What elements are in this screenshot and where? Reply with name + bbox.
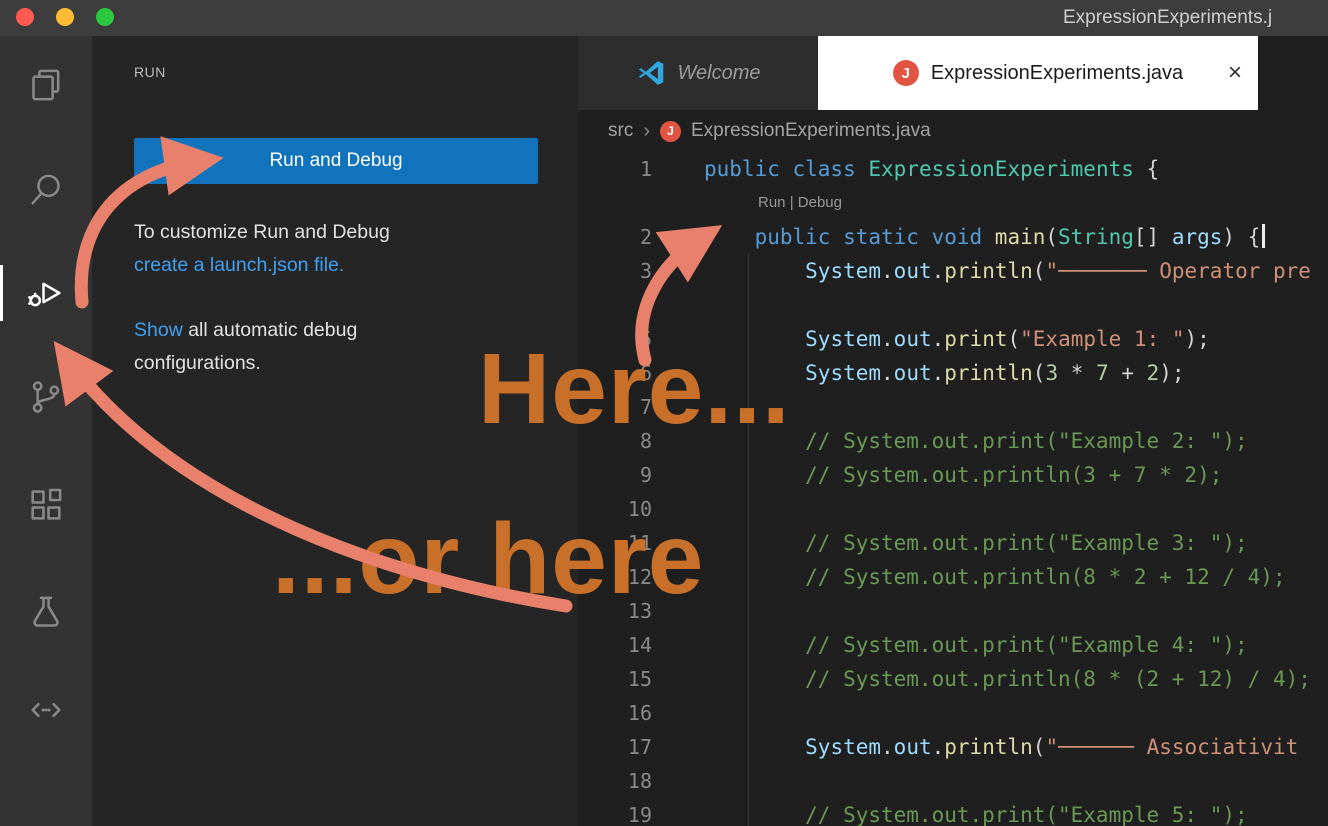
line-number[interactable]: 19 [578, 798, 652, 826]
activity-extensions[interactable] [0, 473, 92, 537]
code-line-content: // System.out.print("Example 5: "); [652, 798, 1248, 826]
maximize-window-button[interactable] [96, 8, 114, 26]
window-title: ExpressionExperiments.j [1063, 7, 1272, 29]
activity-remote-explorer[interactable] [0, 678, 92, 742]
line-number[interactable]: 2 [578, 220, 652, 254]
files-icon [26, 65, 66, 105]
codelens: Run | Debug [578, 186, 1328, 220]
angle-brackets-dots-icon [26, 690, 66, 730]
annotation-here: Here... [478, 332, 791, 447]
vscode-logo-icon [636, 58, 666, 88]
line-number[interactable]: 17 [578, 730, 652, 764]
customize-text: To customize Run and Debug [134, 216, 484, 249]
codelens-debug-link[interactable]: Debug [798, 194, 842, 211]
customize-paragraph: To customize Run and Debug create a laun… [134, 216, 484, 282]
sidebar-title: RUN [134, 64, 166, 80]
run-and-debug-button[interactable]: Run and Debug [134, 138, 538, 184]
code-line-content: // System.out.println(8 * (2 + 12) / 4); [652, 662, 1311, 696]
code-line[interactable]: 1public class ExpressionExperiments { [578, 152, 1328, 186]
line-number[interactable]: 18 [578, 764, 652, 798]
vscode-window: ExpressionExperiments.j [0, 0, 1328, 826]
launch-json-link[interactable]: create a launch.json file. [134, 254, 344, 276]
code-line[interactable]: 4 [578, 288, 1328, 322]
beaker-icon [26, 592, 66, 632]
source-control-icon [26, 377, 66, 417]
java-file-icon: J [893, 60, 919, 86]
code-line-content [652, 764, 704, 798]
breadcrumb: src › J ExpressionExperiments.java [578, 110, 1328, 152]
code-line[interactable]: 9 // System.out.println(3 + 7 * 2); [578, 458, 1328, 492]
code-line-content: // System.out.print("Example 3: "); [652, 526, 1248, 560]
code-line[interactable]: 19 // System.out.print("Example 5: "); [578, 798, 1328, 826]
breadcrumb-folder[interactable]: src [608, 120, 633, 142]
activity-run-and-debug[interactable] [0, 261, 92, 325]
code-line[interactable]: 3 System.out.println("─────── Operator p… [578, 254, 1328, 288]
tab-bar: Welcome J ExpressionExperiments.java × [578, 36, 1328, 110]
show-link[interactable]: Show [134, 319, 183, 341]
minimize-window-button[interactable] [56, 8, 74, 26]
annotation-or-here: ...or here [272, 502, 704, 617]
tab-label: ExpressionExperiments.java [931, 62, 1183, 85]
close-window-button[interactable] [16, 8, 34, 26]
line-number[interactable]: 1 [578, 152, 652, 186]
code-line-content: public static void main(String[] args) { [652, 220, 1265, 254]
codelens-run-link[interactable]: Run [758, 194, 786, 211]
code-line[interactable]: 18 [578, 764, 1328, 798]
code-lines: 1public class ExpressionExperiments {Run… [578, 152, 1328, 826]
code-line-content: // System.out.println(3 + 7 * 2); [652, 458, 1222, 492]
code-line-content: // System.out.print("Example 4: "); [652, 628, 1248, 662]
run-and-debug-icon [26, 273, 66, 313]
java-file-icon: J [660, 121, 681, 142]
tab-welcome[interactable]: Welcome [578, 36, 818, 110]
activity-search[interactable] [0, 158, 92, 222]
line-number[interactable]: 3 [578, 254, 652, 288]
code-line[interactable]: 2 public static void main(String[] args)… [578, 220, 1328, 254]
code-line-content [652, 696, 704, 730]
code-line[interactable]: 14 // System.out.print("Example 4: "); [578, 628, 1328, 662]
code-line-content [652, 288, 704, 322]
line-number[interactable]: 9 [578, 458, 652, 492]
code-line[interactable]: 17 System.out.println("────── Associativ… [578, 730, 1328, 764]
show-configurations-paragraph: Show all automatic debug configurations. [134, 314, 484, 380]
titlebar: ExpressionExperiments.j [0, 0, 1328, 36]
line-number[interactable]: 16 [578, 696, 652, 730]
code-editor[interactable]: 1public class ExpressionExperiments {Run… [578, 152, 1328, 826]
line-number[interactable]: 14 [578, 628, 652, 662]
search-icon [26, 170, 66, 210]
breadcrumb-file[interactable]: ExpressionExperiments.java [691, 120, 931, 142]
activity-bar [0, 36, 92, 826]
activity-testing[interactable] [0, 580, 92, 644]
tab-expressionexperiments[interactable]: J ExpressionExperiments.java × [818, 36, 1258, 110]
code-line[interactable]: 15 // System.out.println(8 * (2 + 12) / … [578, 662, 1328, 696]
activity-explorer[interactable] [0, 53, 92, 117]
line-number[interactable]: 15 [578, 662, 652, 696]
activity-source-control[interactable] [0, 365, 92, 429]
tab-label: Welcome [678, 62, 761, 85]
line-number[interactable]: 4 [578, 288, 652, 322]
code-line-content: System.out.println("─────── Operator pre [652, 254, 1311, 288]
chevron-right-icon: › [643, 120, 650, 143]
close-tab-icon[interactable]: × [1228, 61, 1242, 85]
code-line[interactable]: 16 [578, 696, 1328, 730]
extensions-icon [26, 485, 66, 525]
code-line-content: public class ExpressionExperiments { [652, 152, 1159, 186]
codelens-separator: | [786, 194, 798, 211]
